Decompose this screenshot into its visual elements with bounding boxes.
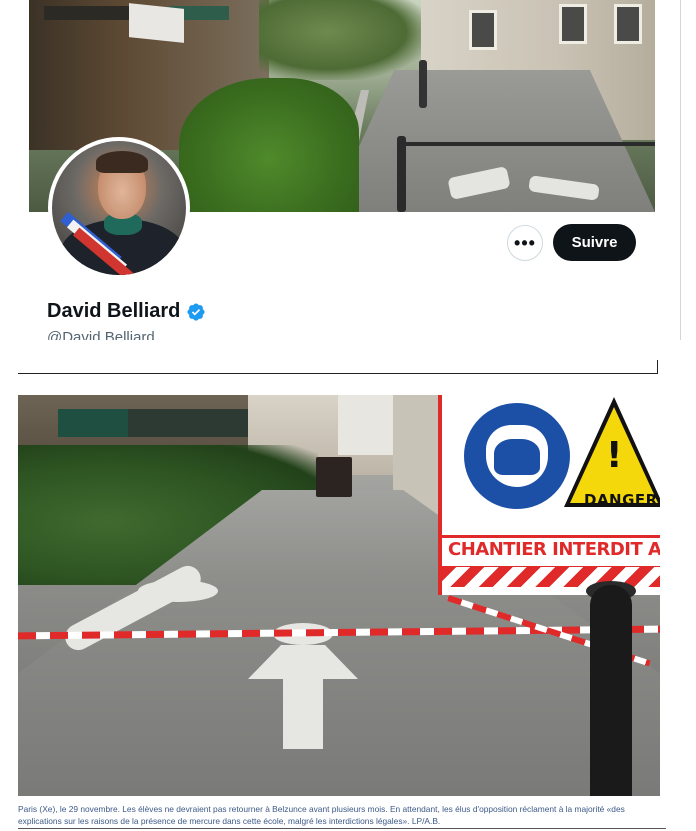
more-options-button[interactable]: •••	[507, 225, 543, 261]
divider	[18, 828, 666, 829]
more-options-icon: •••	[514, 232, 536, 253]
display-name-text: David Belliard	[47, 300, 181, 322]
news-photo: ! DANGER CHANTIER INTERDIT A	[18, 395, 660, 796]
divider	[657, 360, 658, 374]
photo-caption: Paris (Xe), le 29 novembre. Les élèves n…	[18, 804, 625, 826]
chantier-label: CHANTIER INTERDIT A	[448, 539, 660, 560]
divider	[18, 373, 658, 374]
follow-button-label: Suivre	[571, 234, 618, 251]
danger-label: DANGER	[584, 491, 658, 509]
profile-card: ••• Suivre David Belliard @David Belliar…	[29, 0, 655, 340]
follow-button[interactable]: Suivre	[553, 224, 636, 261]
helmet-icon	[464, 403, 570, 509]
verified-badge-icon	[187, 302, 205, 321]
construction-sign: ! DANGER CHANTIER INTERDIT A	[438, 395, 660, 595]
profile-handle: @David Belliard	[47, 329, 155, 340]
divider	[680, 0, 681, 340]
profile-display-name: David Belliard	[47, 300, 206, 323]
profile-avatar[interactable]	[48, 137, 190, 279]
